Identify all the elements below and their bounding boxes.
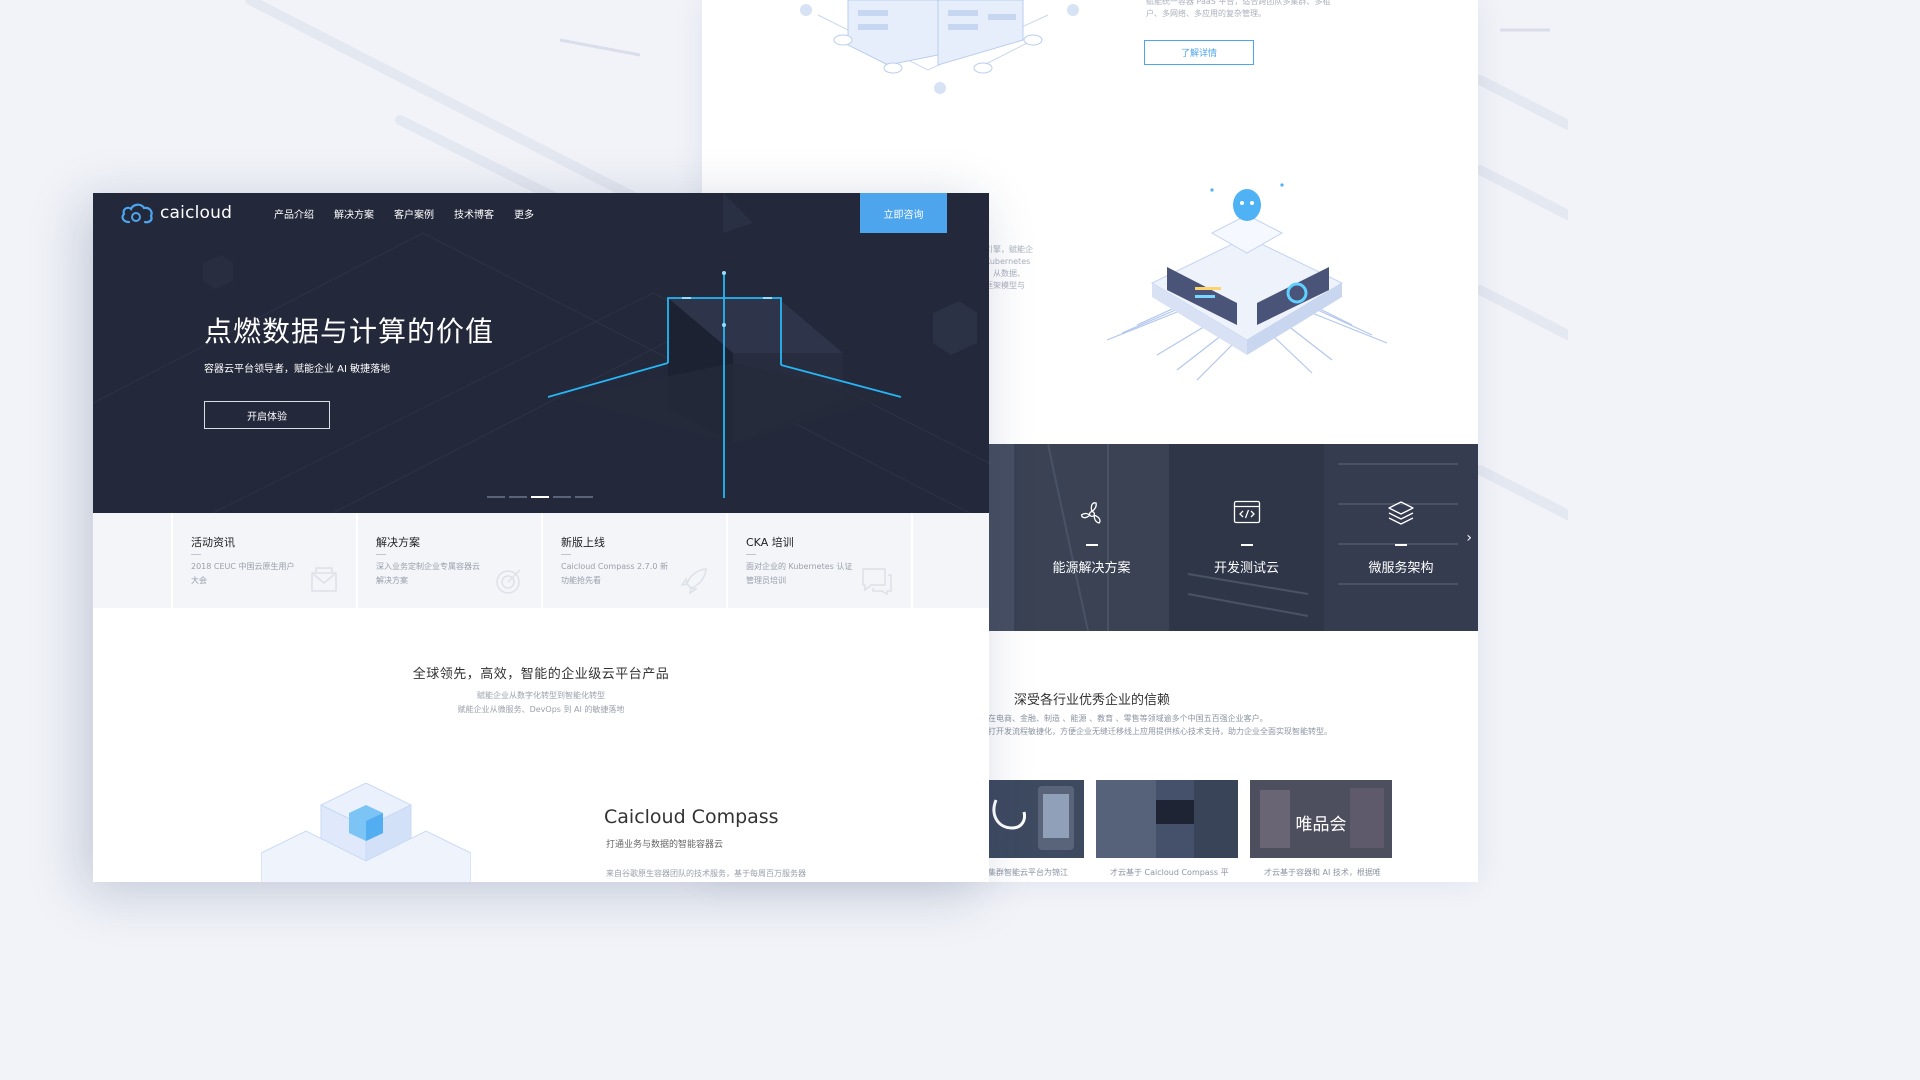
news-card-solutions[interactable]: 解决方案 深入业务定制企业专属容器云解决方案 — [356, 513, 541, 608]
right-top-description: 赋能统一容器 PaaS 平台，适合跨团队多集群、多租 户、多网络、多应用的复杂管… — [1146, 0, 1331, 18]
products-section-subtitle: 赋能企业从数字化转型到智能化转型 赋能企业从微服务、DevOps 到 AI 的敏… — [457, 691, 625, 714]
turbine-icon — [1080, 502, 1101, 524]
solution-label: 开发测试云 — [1213, 561, 1279, 576]
code-window-icon — [1233, 500, 1260, 524]
nav-item-solutions[interactable]: 解决方案 — [334, 206, 374, 221]
hero-title: 点燃数据与计算的价值 — [204, 315, 495, 348]
top-navigation: caicloud 产品介绍 解决方案 客户案例 技术博客 更多 立即咨询 — [93, 193, 989, 233]
case-card-image — [1096, 780, 1238, 858]
ai-platform-illustration — [1106, 183, 1388, 381]
server-rack-illustration — [800, 0, 1079, 94]
hero-subtitle: 容器云平台领导者，赋能企业 AI 敏捷落地 — [204, 364, 391, 375]
news-description: 2018 CEUC 中国云原生用户大会 — [191, 562, 295, 585]
case-caption: 才云基于 Caicloud Compass 平 — [1110, 868, 1229, 877]
nav-item-cases[interactable]: 客户案例 — [394, 206, 434, 221]
cloud-logo-icon — [121, 203, 153, 224]
carousel-dot[interactable] — [575, 496, 593, 498]
news-divider — [191, 554, 201, 555]
learn-more-button[interactable]: 了解详情 — [1144, 40, 1254, 65]
news-title: 新版上线 — [561, 536, 605, 549]
case-caption: 集群智能云平台为锦江 — [988, 868, 1068, 877]
rocket-icon — [680, 568, 707, 595]
news-card-events[interactable]: 活动资讯 2018 CEUC 中国云原生用户大会 — [171, 513, 356, 608]
nav-menu: 产品介绍 解决方案 客户案例 技术博客 更多 — [274, 206, 534, 221]
brand-name: caicloud — [160, 203, 233, 223]
case-card-jinjiang[interactable] — [988, 780, 1084, 858]
hero-illustration — [93, 193, 989, 513]
solution-card-energy[interactable]: 能源解决方案 — [1014, 444, 1169, 631]
nav-item-products[interactable]: 产品介绍 — [274, 206, 314, 221]
brand-logo[interactable]: caicloud — [120, 202, 232, 224]
solution-label: 微服务架构 — [1368, 561, 1434, 576]
chevron-right-icon[interactable]: › — [1466, 530, 1472, 546]
news-divider — [746, 554, 756, 555]
carousel-dot[interactable] — [487, 496, 505, 498]
carousel-indicators — [487, 496, 593, 498]
news-card-training[interactable]: CKA 培训 面对企业的 Kubernetes 认证管理员培训 — [726, 513, 911, 608]
compass-description: 来自谷歌原生容器团队的技术服务，基于每周百万服务器 — [606, 869, 806, 878]
solution-label: 能源解决方案 — [1052, 561, 1131, 576]
trust-section-subtitle: 在电商、金融、制造 、能源 、教育 、零售等领域逾多个中国五百强企业客户。 打开… — [988, 714, 1332, 736]
solution-divider — [1240, 544, 1253, 546]
news-description: 深入业务定制企业专属容器云解决方案 — [376, 562, 480, 585]
right-side-text: 引擎，赋能企 Kubernetes ，从数据、 框架模型与 — [985, 245, 1033, 290]
news-description: Caicloud Compass 2.7.0 新功能抢先看 — [561, 562, 668, 585]
hero-banner: caicloud 产品介绍 解决方案 客户案例 技术博客 更多 立即咨询 点燃数… — [93, 193, 989, 513]
news-divider — [561, 554, 571, 555]
layers-icon — [1388, 501, 1414, 525]
case-card-unionpay[interactable] — [1096, 780, 1238, 858]
nav-item-blog[interactable]: 技术博客 — [454, 206, 494, 221]
news-strip: 活动资讯 2018 CEUC 中国云原生用户大会 解决方案 深入业务定制企业专属… — [93, 513, 989, 608]
news-title: 解决方案 — [376, 536, 420, 549]
carousel-dot[interactable] — [509, 496, 527, 498]
case-card-vipshop[interactable]: 唯品会 — [1250, 780, 1392, 858]
trust-section-title: 深受各行业优秀企业的信赖 — [1014, 693, 1171, 708]
case-caption: 才云基于容器和 AI 技术，根据唯 — [1264, 868, 1381, 877]
carousel-dot[interactable] — [553, 496, 571, 498]
solutions-banner: 能源解决方案 开发测试云 微服务架构 › — [988, 444, 1478, 631]
chat-icon — [862, 568, 892, 595]
homepage-preview: caicloud 产品介绍 解决方案 客户案例 技术博客 更多 立即咨询 点燃数… — [93, 193, 989, 882]
compass-subtitle: 打通业务与数据的智能容器云 — [606, 840, 724, 850]
news-title: CKA 培训 — [746, 536, 794, 549]
case-card-brand: 唯品会 — [1295, 815, 1347, 835]
nav-item-more[interactable]: 更多 — [514, 206, 534, 221]
news-card-edge — [911, 513, 989, 608]
envelope-icon — [311, 567, 337, 592]
news-description: 面对企业的 Kubernetes 认证管理员培训 — [746, 562, 853, 585]
solution-card-devtest[interactable]: 开发测试云 — [1169, 444, 1324, 631]
carousel-dot-active[interactable] — [531, 496, 549, 498]
start-experience-button[interactable]: 开启体验 — [204, 401, 330, 429]
solution-divider — [1395, 544, 1407, 546]
compass-cube-illustration — [261, 783, 471, 882]
target-icon — [496, 569, 521, 594]
consult-now-button[interactable]: 立即咨询 — [860, 193, 947, 233]
news-card-release[interactable]: 新版上线 Caicloud Compass 2.7.0 新功能抢先看 — [541, 513, 726, 608]
news-divider — [376, 554, 386, 555]
news-title: 活动资讯 — [191, 536, 235, 549]
compass-title: Caicloud Compass — [604, 806, 779, 828]
products-section-title: 全球领先，高效，智能的企业级云平台产品 — [412, 667, 670, 682]
solution-divider — [1085, 544, 1098, 546]
solution-card-microservice[interactable]: 微服务架构 — [1324, 444, 1478, 631]
case-card-image — [988, 780, 1084, 858]
